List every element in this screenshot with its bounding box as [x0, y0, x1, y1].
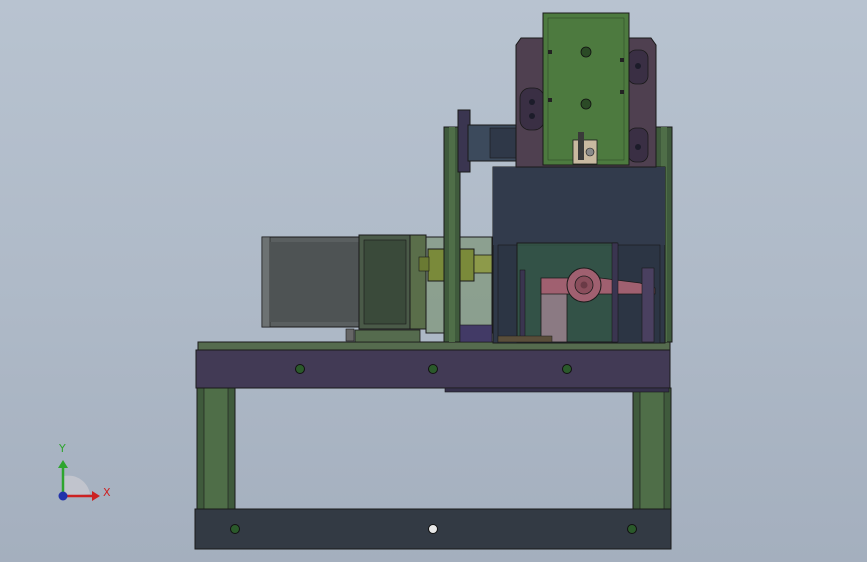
stepper-motor[interactable] — [261, 234, 427, 343]
graphics-viewport[interactable]: Y X — [0, 0, 867, 562]
axis-triad-icon — [58, 460, 100, 501]
axis-y-label: Y — [59, 442, 66, 455]
top-plate[interactable] — [195, 341, 671, 393]
spool-reel[interactable] — [457, 109, 525, 173]
base-frame[interactable] — [194, 387, 672, 550]
cad-model-view[interactable] — [0, 0, 867, 562]
top-carriage[interactable] — [515, 12, 657, 168]
axis-x-label: X — [103, 486, 111, 499]
